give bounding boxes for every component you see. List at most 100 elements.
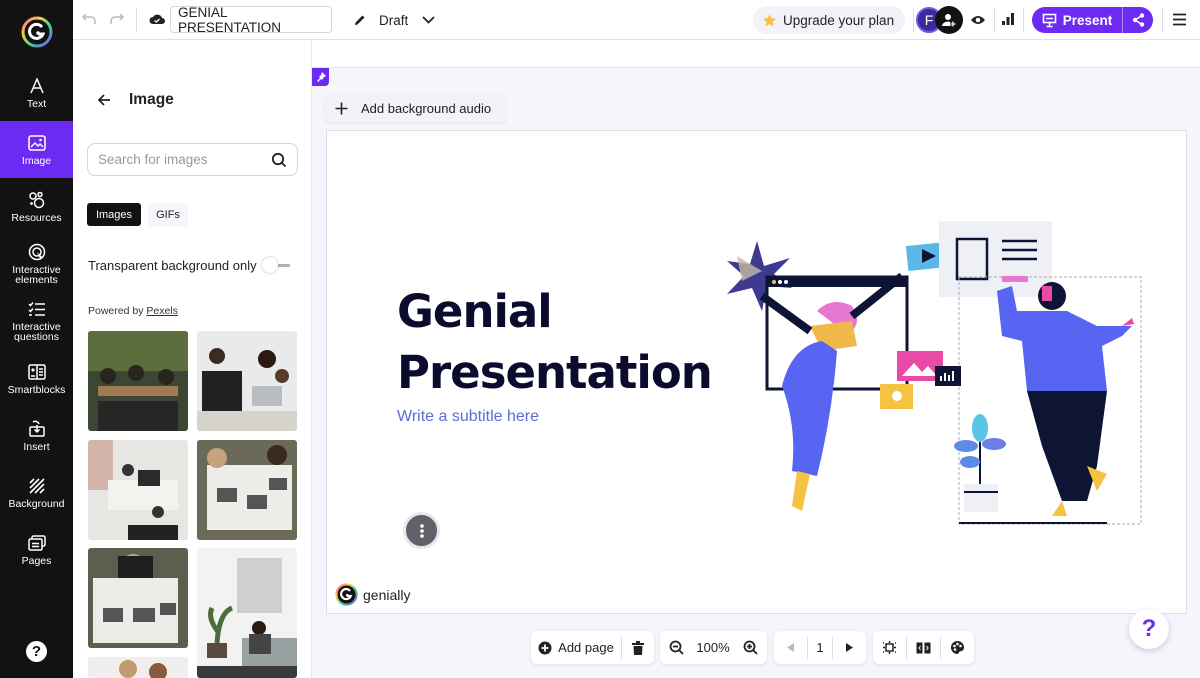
statistics-button[interactable] — [1001, 12, 1015, 31]
tab-gifs[interactable]: GIFs — [148, 203, 188, 226]
caret-right-icon — [846, 643, 853, 652]
presentation-title-input[interactable]: GENIAL PRESENTATION — [170, 5, 332, 35]
menu-button[interactable] — [1172, 13, 1187, 31]
undo-button[interactable] — [81, 11, 97, 27]
present-button[interactable]: Present — [1032, 7, 1123, 33]
page-actions-group: Add page — [531, 631, 654, 664]
divider — [136, 8, 137, 32]
slide-title[interactable]: Genial Presentation — [397, 281, 713, 403]
rail-item-smartblocks[interactable]: Smartblocks — [0, 350, 73, 407]
upgrade-label: Upgrade your plan — [783, 12, 895, 28]
interactive-questions-icon — [27, 299, 46, 319]
share-button[interactable] — [1123, 7, 1153, 33]
present-label: Present — [1062, 12, 1113, 28]
bar-chart-icon — [1002, 13, 1014, 25]
pin-icon — [316, 72, 326, 82]
rail-item-text[interactable]: Text — [0, 64, 73, 121]
slide-subtitle[interactable]: Write a subtitle here — [397, 408, 539, 426]
image-search-input[interactable]: Search for images — [87, 143, 298, 176]
plus-icon — [335, 102, 348, 114]
page-number[interactable]: 1 — [808, 631, 832, 664]
image-thumbnail[interactable] — [88, 331, 188, 431]
text-icon — [29, 76, 45, 96]
cloud-saved-icon — [149, 12, 165, 31]
image-thumbnail[interactable] — [197, 440, 297, 540]
invite-collaborator-button[interactable] — [935, 6, 963, 34]
rail-item-resources[interactable]: Resources — [0, 178, 73, 235]
preview-button[interactable] — [970, 13, 986, 32]
panel-title: Image — [129, 91, 174, 108]
slide-title-line: Genial — [397, 285, 553, 338]
add-background-audio-button[interactable]: Add background audio — [325, 94, 506, 122]
rail-item-label: Resources — [11, 212, 62, 224]
search-placeholder: Search for images — [98, 152, 208, 167]
rail-item-label: Interactive elements — [12, 264, 61, 286]
back-arrow-icon[interactable] — [98, 94, 111, 106]
tab-label: GIFs — [156, 208, 180, 221]
upgrade-plan-button[interactable]: Upgrade your plan — [753, 6, 905, 34]
zoom-out-button[interactable] — [660, 631, 693, 664]
zoom-out-icon — [669, 640, 684, 655]
tab-images[interactable]: Images — [87, 203, 141, 226]
more-vertical-icon — [419, 523, 424, 538]
status-dropdown[interactable]: Draft — [353, 0, 435, 40]
pexels-link[interactable]: Pexels — [146, 305, 178, 317]
next-page-button[interactable] — [833, 631, 866, 664]
slide-title-line: Presentation — [397, 346, 713, 399]
search-icon[interactable] — [271, 152, 287, 168]
rail-item-interactive-questions[interactable]: Interactive questions — [0, 292, 73, 349]
rail-item-interactive-elements[interactable]: Interactive elements — [0, 235, 73, 292]
delete-page-button[interactable] — [622, 631, 654, 664]
plus-circle-icon — [538, 641, 552, 654]
trash-icon — [632, 640, 644, 655]
genially-logo[interactable] — [0, 0, 73, 64]
redo-button[interactable] — [109, 11, 125, 27]
audio-label: Add background audio — [361, 100, 492, 116]
resources-icon — [28, 190, 46, 210]
left-rail: Text Image Resources Interactive element… — [0, 0, 73, 678]
split-view-button[interactable] — [907, 631, 940, 664]
previous-page-button[interactable] — [774, 631, 807, 664]
rail-item-label: Insert — [23, 441, 50, 453]
hamburger-menu-icon — [1173, 13, 1186, 26]
canvas-top-strip — [312, 40, 1200, 68]
page-navigation: 1 — [774, 631, 866, 664]
pencil-icon — [355, 15, 365, 25]
eye-icon — [971, 16, 985, 24]
brand-label: genially — [363, 586, 411, 603]
rail-item-background[interactable]: Background — [0, 464, 73, 521]
zoom-in-button[interactable] — [733, 631, 767, 664]
rail-item-label: Background — [8, 498, 65, 510]
image-thumbnail[interactable] — [197, 331, 297, 431]
more-options-button[interactable] — [403, 512, 440, 549]
image-thumbnail[interactable] — [88, 548, 188, 648]
rail-item-label: Text — [26, 98, 47, 110]
zoom-level[interactable]: 100% — [693, 631, 733, 664]
image-thumbnail[interactable] — [88, 657, 188, 678]
add-page-label: Add page — [558, 640, 614, 655]
help-chat-button[interactable]: ? — [1129, 609, 1169, 649]
divider — [1162, 8, 1163, 32]
add-page-button[interactable]: Add page — [531, 631, 621, 664]
rail-item-label: Interactive questions — [12, 321, 61, 343]
undo-icon — [81, 13, 96, 24]
transparent-background-toggle[interactable] — [261, 257, 292, 273]
divider — [913, 8, 914, 32]
tab-label: Images — [95, 208, 133, 221]
slide-canvas[interactable]: Genial Presentation Write a subtitle her… — [326, 130, 1187, 614]
pin-button[interactable] — [312, 68, 329, 86]
rail-item-image[interactable]: Image — [0, 121, 73, 178]
redo-icon — [110, 13, 125, 24]
rail-item-label: Smartblocks — [7, 384, 66, 396]
rail-item-insert[interactable]: Insert — [0, 407, 73, 464]
rail-item-pages[interactable]: Pages — [0, 521, 73, 578]
collaboration-illustration[interactable] — [722, 216, 1152, 526]
transparent-label: Transparent background only — [88, 257, 257, 273]
help-button[interactable]: ? — [26, 641, 47, 662]
fit-to-screen-button[interactable] — [873, 631, 906, 664]
avatar-initial: F — [924, 12, 934, 28]
image-icon — [27, 133, 46, 153]
image-thumbnail[interactable] — [197, 548, 297, 678]
theme-palette-button[interactable] — [941, 631, 974, 664]
image-thumbnail[interactable] — [88, 440, 188, 540]
